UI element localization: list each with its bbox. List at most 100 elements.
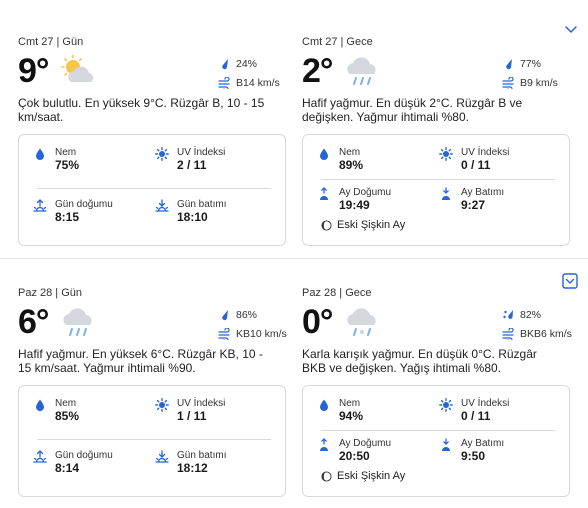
- precip-value: 77%: [520, 58, 542, 70]
- wind-icon: [502, 328, 516, 340]
- details-card: Nem 89% UV İndeksi 0 / 11 Ay Doğumu 19:4…: [302, 134, 570, 246]
- details-card: Nem 75% UV İndeksi 2 / 11 Gün doğumu 8:1…: [18, 134, 286, 246]
- humidity-value: 75%: [55, 158, 80, 172]
- sunset-value: 18:12: [177, 461, 208, 475]
- forecast-day-sunday: Paz 28 | Gün 6° 86% KB10 km/s Hafif yağm…: [0, 258, 588, 508]
- sunrise-icon: [33, 450, 47, 464]
- humidity-icon: [33, 147, 47, 161]
- quick-stats: 24% B14 km/s: [218, 56, 288, 91]
- divider: [37, 439, 271, 440]
- moonrise-label: Ay Doğumu: [339, 187, 392, 198]
- precip-row: 86%: [218, 307, 288, 323]
- humidity-icon: [317, 147, 331, 161]
- uv-label: UV İndeksi: [461, 398, 510, 409]
- rain-cloud-icon: [63, 308, 92, 336]
- uv-icon: [155, 147, 169, 161]
- period-label: Paz 28 | Gün: [18, 287, 83, 299]
- precip-value: 82%: [520, 309, 542, 321]
- moonrise-value: 20:50: [339, 449, 370, 463]
- forecast-night-panel: Cmt 27 | Gece 2° 77% B9 km/s Hafif yağmu…: [302, 36, 572, 248]
- precip-row: 24%: [218, 56, 288, 72]
- sleet-cloud-icon: [347, 308, 376, 336]
- divider: [37, 188, 271, 189]
- moonrise-label: Ay Doğumu: [339, 438, 392, 449]
- period-label: Paz 28 | Gece: [302, 287, 372, 299]
- raindrop-icon: [218, 309, 232, 321]
- sunset-icon: [155, 199, 169, 213]
- sunset-label: Gün batımı: [177, 450, 227, 461]
- moon-phase-icon: [321, 219, 332, 231]
- moonset-label: Ay Batımı: [461, 187, 505, 198]
- wind-value: B9 km/s: [520, 77, 558, 89]
- precip-row: 77%: [502, 56, 572, 72]
- forecast-day-panel: Paz 28 | Gün 6° 86% KB10 km/s Hafif yağm…: [18, 287, 288, 499]
- sunrise-label: Gün doğumu: [55, 450, 113, 461]
- period-label: Cmt 27 | Gece: [302, 36, 373, 48]
- forecast-description: Karla karışık yağmur. En düşük 0°C. Rüzg…: [302, 347, 537, 375]
- uv-label: UV İndeksi: [177, 147, 226, 158]
- divider: [321, 179, 555, 180]
- wind-row: BKB6 km/s: [502, 326, 572, 342]
- moonset-icon: [439, 187, 453, 201]
- uv-value: 1 / 11: [177, 409, 207, 423]
- details-card: Nem 94% UV İndeksi 0 / 11 Ay Doğumu 20:5…: [302, 385, 570, 497]
- rain-cloud-icon: [347, 57, 376, 85]
- sunrise-icon: [33, 199, 47, 213]
- chevron-up-icon[interactable]: [564, 22, 578, 36]
- details-card: Nem 85% UV İndeksi 1 / 11 Gün doğumu 8:1…: [18, 385, 286, 497]
- forecast-night-panel: Paz 28 | Gece 0° 82% BKB6 km/s Karla kar…: [302, 287, 572, 499]
- forecast-day-panel: Cmt 27 | Gün 9° 24% B14 km/s Çok bulutlu…: [18, 36, 288, 248]
- moon-phase-icon: [321, 470, 332, 482]
- forecast-day-saturday: Cmt 27 | Gün 9° 24% B14 km/s Çok bulutlu…: [0, 0, 588, 258]
- wind-row: B14 km/s: [218, 75, 288, 91]
- uv-icon: [439, 398, 453, 412]
- temperature: 9°: [18, 52, 50, 90]
- sunrise-label: Gün doğumu: [55, 199, 113, 210]
- humidity-label: Nem: [339, 147, 361, 158]
- moon-phase: Eski Şişkin Ay: [321, 470, 405, 482]
- moonrise-icon: [317, 187, 331, 201]
- temperature: 0°: [302, 303, 334, 341]
- sunrise-value: 8:14: [55, 461, 80, 475]
- quick-stats: 82% BKB6 km/s: [502, 307, 572, 342]
- wind-row: B9 km/s: [502, 75, 572, 91]
- humidity-label: Nem: [339, 398, 361, 409]
- partly-cloudy-sun-icon: [61, 54, 94, 82]
- moonset-value: 9:27: [461, 198, 486, 212]
- sunset-icon: [155, 450, 169, 464]
- humidity-icon: [33, 398, 47, 412]
- wind-value: BKB6 km/s: [520, 328, 572, 340]
- wind-row: KB10 km/s: [218, 326, 288, 342]
- uv-label: UV İndeksi: [461, 147, 510, 158]
- wind-icon: [218, 77, 232, 89]
- humidity-label: Nem: [55, 147, 77, 158]
- uv-value: 2 / 11: [177, 158, 207, 172]
- humidity-icon: [317, 398, 331, 412]
- wind-value: B14 km/s: [236, 77, 280, 89]
- humidity-value: 85%: [55, 409, 80, 423]
- moonset-label: Ay Batımı: [461, 438, 505, 449]
- precip-value: 24%: [236, 58, 258, 70]
- uv-icon: [155, 398, 169, 412]
- uv-label: UV İndeksi: [177, 398, 226, 409]
- moonset-icon: [439, 438, 453, 452]
- sleet-precip-icon: [503, 310, 513, 319]
- period-label: Cmt 27 | Gün: [18, 36, 84, 48]
- raindrop-icon: [502, 58, 516, 70]
- humidity-value: 89%: [339, 158, 364, 172]
- raindrop-icon: [218, 58, 232, 70]
- forecast-description: Hafif yağmur. En yüksek 6°C. Rüzgâr KB, …: [18, 347, 263, 375]
- moon-phase-label: Eski Şişkin Ay: [337, 470, 406, 482]
- uv-icon: [439, 147, 453, 161]
- precip-value: 86%: [236, 309, 258, 321]
- moon-phase-label: Eski Şişkin Ay: [337, 219, 406, 231]
- wind-value: KB10 km/s: [236, 328, 287, 340]
- forecast-description: Çok bulutlu. En yüksek 9°C. Rüzgâr B, 10…: [18, 96, 265, 124]
- sunrise-value: 8:15: [55, 210, 80, 224]
- moon-phase: Eski Şişkin Ay: [321, 219, 405, 231]
- wind-icon: [218, 328, 232, 340]
- sunset-value: 18:10: [177, 210, 208, 224]
- divider: [321, 430, 555, 431]
- sunset-label: Gün batımı: [177, 199, 227, 210]
- moonset-value: 9:50: [461, 449, 486, 463]
